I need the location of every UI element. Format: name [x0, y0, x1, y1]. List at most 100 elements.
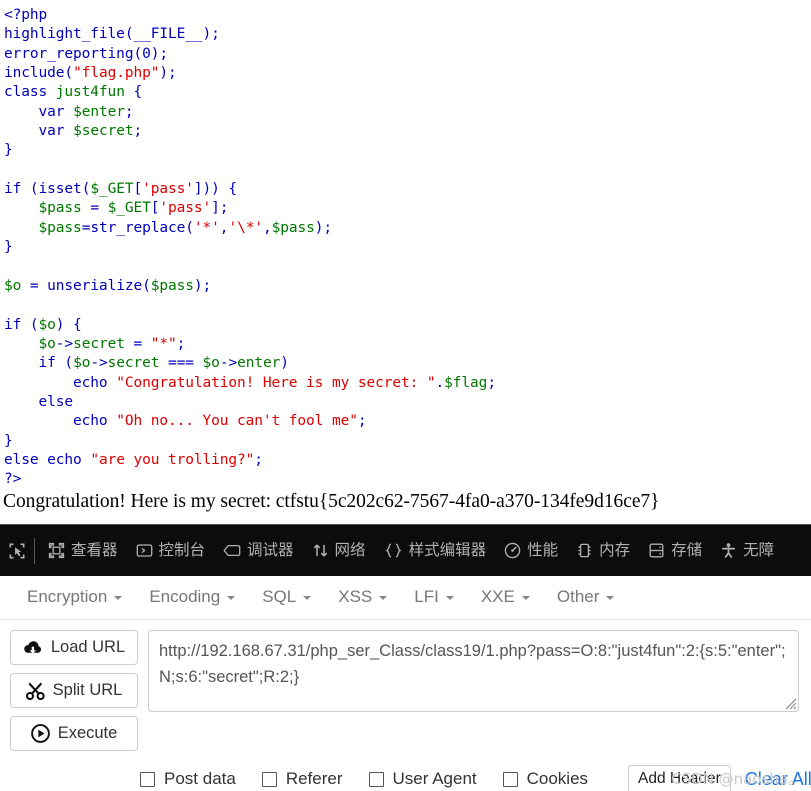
devtools-tab-3[interactable]: 调试器: [214, 525, 303, 576]
code-token: ;: [357, 413, 367, 430]
checkbox-label: Post data: [164, 769, 236, 788]
code-token: ) {: [55, 316, 82, 333]
code-token: "Congratulation! Here is my secret: ": [116, 374, 436, 391]
code-token: just4fun: [55, 84, 134, 101]
devtools-tab-2[interactable]: 控制台: [127, 525, 215, 576]
checkbox-label: Cookies: [526, 769, 589, 788]
hackbar-menu-xxe[interactable]: XXE: [468, 582, 543, 614]
code-token: $o: [73, 355, 91, 372]
code-token: var: [38, 123, 74, 140]
code-token: echo: [73, 413, 117, 430]
code-token: error_reporting: [4, 45, 134, 62]
checkbox-box[interactable]: [502, 771, 518, 787]
code-token: =: [29, 277, 48, 294]
code-token: =: [133, 335, 151, 352]
flag-output-text: Congratulation! Here is my secret: ctfst…: [3, 490, 660, 512]
code-token: enter: [237, 355, 281, 372]
code-token: secret: [107, 355, 169, 372]
code-token: if: [4, 316, 30, 333]
load-url-button[interactable]: Load URL: [10, 630, 138, 665]
devtools-tab-label: 无障: [743, 541, 775, 560]
hackbar-menubar: Encryption Encoding SQL XSS LFI XXE Other: [0, 576, 811, 620]
code-token: );: [159, 65, 177, 82]
url-input[interactable]: http://192.168.67.31/php_ser_Class/class…: [148, 630, 799, 712]
code-token: "Oh no... You can't fool me": [116, 413, 358, 430]
checkbox-referer[interactable]: Referer: [261, 769, 343, 789]
hackbar-menu-label: Encryption: [27, 586, 108, 606]
code-token: '\*': [228, 219, 263, 236]
code-token: }: [4, 432, 13, 449]
devtools-tab-9[interactable]: 无障: [711, 525, 783, 576]
checkbox-box[interactable]: [368, 771, 384, 787]
code-token: );: [314, 219, 333, 236]
devtools-tab-8[interactable]: 存储: [639, 525, 711, 576]
url-input-wrapper: http://192.168.67.31/php_ser_Class/class…: [148, 630, 799, 712]
split-url-button[interactable]: Split URL: [10, 673, 138, 708]
code-token: ?>: [4, 471, 22, 488]
hackbar-menu-encryption[interactable]: Encryption: [14, 582, 135, 614]
devtools-tab-label: 样式编辑器: [408, 541, 487, 560]
storage-icon: [648, 542, 665, 559]
code-token: {: [133, 84, 143, 101]
checkbox-post-data[interactable]: Post data: [140, 769, 236, 789]
code-token: "flag.php": [73, 65, 160, 82]
code-token: include: [4, 65, 65, 82]
code-token: else: [4, 451, 48, 468]
code-token: ;: [176, 335, 186, 352]
devtools-tab-4[interactable]: 网络: [303, 525, 375, 576]
code-token: echo: [47, 451, 91, 468]
clear-all-link[interactable]: Clear All: [745, 769, 811, 790]
code-token: '*': [193, 219, 220, 236]
code-token: .: [435, 374, 445, 391]
code-token: $o: [4, 277, 30, 294]
code-token: }: [4, 239, 13, 256]
devtools-tab-label: 内存: [599, 541, 631, 560]
code-token: ===: [168, 355, 203, 372]
hackbar-menu-xss[interactable]: XSS: [325, 582, 400, 614]
inspector-icon: [48, 542, 65, 559]
hackbar-menu-encoding[interactable]: Encoding: [136, 582, 248, 614]
code-token: $o: [38, 335, 56, 352]
code-token: $pass: [38, 200, 91, 217]
hackbar-menu-other[interactable]: Other: [544, 582, 628, 614]
code-token: ->: [90, 355, 108, 372]
code-token: (: [29, 316, 39, 333]
toolbar-divider: [34, 537, 35, 564]
code-token: (: [64, 65, 74, 82]
code-token: ])) {: [193, 181, 238, 198]
devtools-tab-7[interactable]: 内存: [567, 525, 639, 576]
php-source-output: <?php highlight_file (__FILE__); error_re…: [0, 0, 811, 524]
code-token: echo: [73, 374, 117, 391]
element-picker-icon[interactable]: [0, 525, 34, 576]
code-token: ->: [219, 355, 238, 372]
execute-button[interactable]: Execute: [10, 716, 138, 751]
code-token: $_GET: [107, 200, 151, 217]
code-token: secret: [73, 335, 134, 352]
checkbox-box[interactable]: [261, 771, 277, 787]
execute-label: Execute: [57, 724, 118, 742]
checkbox-box[interactable]: [140, 771, 155, 787]
code-token: <?php: [4, 7, 48, 23]
code-token: if: [4, 181, 30, 198]
devtools-tab-6[interactable]: 性能: [495, 525, 567, 576]
load-url-label: Load URL: [50, 638, 126, 656]
hackbar-options-row: Post data Referer User Agent Cookies Add Hea…: [0, 751, 811, 791]
hackbar-panel: Encryption Encoding SQL XSS LFI XXE Other Load…: [0, 576, 811, 791]
add-header-button[interactable]: Add Header: [628, 765, 731, 791]
hackbar-menu-label: Other: [556, 586, 600, 606]
code-token: else: [38, 393, 74, 410]
checkbox-user-agent[interactable]: User Agent: [368, 769, 477, 789]
devtools-toolbar: 查看器 控制台 调试器 网络 样式编辑器 性能 内存 存储 无障: [0, 524, 811, 576]
devtools-tab-5[interactable]: 样式编辑器: [375, 525, 496, 576]
code-token: =: [90, 200, 108, 217]
checkbox-cookies[interactable]: Cookies: [502, 769, 589, 789]
code-token: );: [193, 277, 212, 294]
accessibility-icon: [720, 542, 737, 559]
hackbar-menu-lfi[interactable]: LFI: [401, 582, 467, 614]
hackbar-menu-sql[interactable]: SQL: [249, 582, 324, 614]
devtools-tab-1[interactable]: 查看器: [39, 525, 127, 576]
